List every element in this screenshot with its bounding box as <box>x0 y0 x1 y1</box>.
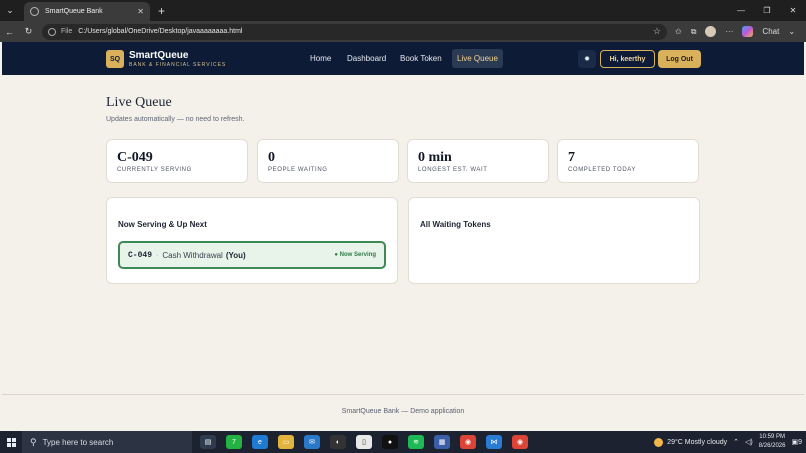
notification-count: 9 <box>798 439 802 446</box>
browser-tab[interactable]: SmartQueue Bank ✕ <box>24 2 150 21</box>
user-greeting-button[interactable]: Hi, keerthy <box>600 50 655 68</box>
tab-title: SmartQueue Bank <box>45 8 103 15</box>
file-explorer-icon[interactable]: ▭ <box>278 435 294 449</box>
brand-tagline: BANK & FINANCIAL SERVICES <box>129 62 227 68</box>
globe-icon <box>30 7 39 16</box>
file-label: File <box>61 28 73 35</box>
task-view-icon[interactable]: ▤ <box>200 435 216 449</box>
panel-title: All Waiting Tokens <box>420 220 491 229</box>
logo-badge: SQ <box>106 50 124 68</box>
chrome-icon[interactable]: ◉ <box>460 435 476 449</box>
moon-icon: ✹ <box>584 56 590 63</box>
window-controls: — ❐ ✕ <box>728 0 806 21</box>
nav-home[interactable]: Home <box>310 52 331 66</box>
collections-icon[interactable]: ✩ <box>675 27 682 36</box>
reload-icon[interactable]: ↻ <box>19 26 38 37</box>
stat-value: 7 <box>568 150 575 165</box>
now-serving-panel: Now Serving & Up Next C-049 · Cash Withd… <box>106 197 398 284</box>
copilot-icon[interactable] <box>742 26 754 37</box>
search-icon: ⚲ <box>30 436 37 447</box>
nav-live-queue[interactable]: Live Queue <box>452 49 503 68</box>
token-number: C-049 <box>128 250 153 260</box>
weather-icon <box>654 437 664 447</box>
edge-icon[interactable]: e <box>252 435 268 449</box>
stat-card-currently-serving: C-049 CURRENTLY SERVING <box>106 139 248 183</box>
document-icon[interactable]: ▯ <box>356 435 372 449</box>
clock[interactable]: 10:59 PM 8/26/2026 <box>759 433 786 451</box>
weather-widget[interactable]: 29°C Mostly cloudy <box>654 437 728 447</box>
minimize-icon[interactable]: — <box>728 0 754 21</box>
tab-actions-icon[interactable]: ⌄ <box>0 0 20 21</box>
windows-logo-icon <box>6 437 16 447</box>
page-title: Live Queue <box>106 95 172 110</box>
extensions-icon[interactable]: ⧉ <box>691 27 697 37</box>
restore-icon[interactable]: ❐ <box>754 0 780 21</box>
nav-dashboard[interactable]: Dashboard <box>347 52 386 66</box>
stat-label: CURRENTLY SERVING <box>117 167 192 173</box>
theme-toggle-button[interactable]: ✹ <box>578 50 596 68</box>
stat-label: COMPLETED TODAY <box>568 167 637 173</box>
profile-avatar[interactable] <box>705 26 717 37</box>
weather-text: 29°C Mostly cloudy <box>667 438 728 446</box>
app-icon[interactable]: ◐ <box>330 435 346 449</box>
footer-text: SmartQueue Bank — Demo application <box>341 408 465 415</box>
github-icon[interactable]: ● <box>382 435 398 449</box>
browser-toolbar: ✩ ⧉ ··· Chat ⌄ <box>675 26 795 37</box>
nav-book-token[interactable]: Book Token <box>400 52 442 66</box>
taskbar-search[interactable]: ⚲ Type here to search <box>22 431 192 453</box>
stat-card-people-waiting: 0 PEOPLE WAITING <box>257 139 399 183</box>
new-tab-button[interactable]: + <box>158 4 165 18</box>
tab-close-icon[interactable]: ✕ <box>137 7 144 16</box>
site-info-icon[interactable] <box>48 27 56 36</box>
whatsapp-badge: 7 <box>232 438 236 446</box>
footer-divider <box>2 394 804 395</box>
spotify-icon[interactable]: ≋ <box>408 435 424 449</box>
status-badge: ● Now Serving <box>334 252 376 258</box>
waiting-tokens-panel: All Waiting Tokens <box>408 197 700 284</box>
windows-taskbar: ⚲ Type here to search ▤ 7 e ▭ ✉ ◐ ▯ ● ≋ … <box>0 431 806 453</box>
taskbar-apps: ▤ 7 e ▭ ✉ ◐ ▯ ● ≋ ▦ ◉ ⋈ ◉ <box>200 435 528 449</box>
address-bar-row: ← ↻ File C:/Users/global/OneDrive/Deskto… <box>0 21 806 42</box>
stat-label: LONGEST EST. WAIT <box>418 167 488 173</box>
stat-card-completed-today: 7 COMPLETED TODAY <box>557 139 699 183</box>
logout-button[interactable]: Log Out <box>658 50 701 68</box>
service-name: Cash Withdrawal <box>162 250 223 260</box>
app-header: SQ SmartQueue BANK & FINANCIAL SERVICES … <box>2 42 804 75</box>
whatsapp-icon[interactable]: 7 <box>226 435 242 449</box>
chat-label[interactable]: Chat <box>762 27 779 36</box>
close-window-icon[interactable]: ✕ <box>780 0 806 21</box>
stat-value: 0 min <box>418 150 452 165</box>
tray-chevron-icon[interactable]: ⌃ <box>733 438 739 446</box>
windows-start-button[interactable] <box>0 431 22 453</box>
brand-name: SmartQueue <box>129 50 189 61</box>
browser-tab-bar: ⌄ SmartQueue Bank ✕ + — ❐ ✕ <box>0 0 806 21</box>
system-tray: 29°C Mostly cloudy ⌃ ◁) 10:59 PM 8/26/20… <box>654 431 806 453</box>
more-menu-icon[interactable]: ··· <box>725 27 733 36</box>
url-text[interactable]: C:/Users/global/OneDrive/Desktop/javaaaa… <box>78 28 653 35</box>
settings-app-icon[interactable]: ▦ <box>434 435 450 449</box>
favorite-star-icon[interactable]: ☆ <box>653 26 661 37</box>
separator-dot: · <box>156 251 159 259</box>
clock-date: 8/26/2026 <box>758 443 786 449</box>
address-bar[interactable]: File C:/Users/global/OneDrive/Desktop/ja… <box>42 23 667 40</box>
stat-value: C-049 <box>117 150 153 165</box>
mail-icon[interactable]: ✉ <box>304 435 320 449</box>
queue-item-current: C-049 · Cash Withdrawal (You) ● Now Serv… <box>118 241 386 269</box>
volume-icon[interactable]: ◁) <box>745 438 753 446</box>
stat-label: PEOPLE WAITING <box>268 167 328 173</box>
stat-value: 0 <box>268 150 275 165</box>
chrome-profile-icon[interactable]: ◉ <box>512 435 528 449</box>
panel-title: Now Serving & Up Next <box>118 220 207 229</box>
vscode-icon[interactable]: ⋈ <box>486 435 502 449</box>
stat-card-longest-wait: 0 min LONGEST EST. WAIT <box>407 139 549 183</box>
clock-time: 10:59 PM <box>759 434 785 440</box>
notification-icon[interactable]: ▣9 <box>791 438 802 446</box>
back-icon[interactable]: ← <box>0 27 19 37</box>
page-subtitle: Updates automatically — no need to refre… <box>106 116 245 123</box>
chevron-down-icon[interactable]: ⌄ <box>788 27 795 36</box>
search-placeholder: Type here to search <box>42 437 114 447</box>
you-indicator: (You) <box>225 250 246 260</box>
